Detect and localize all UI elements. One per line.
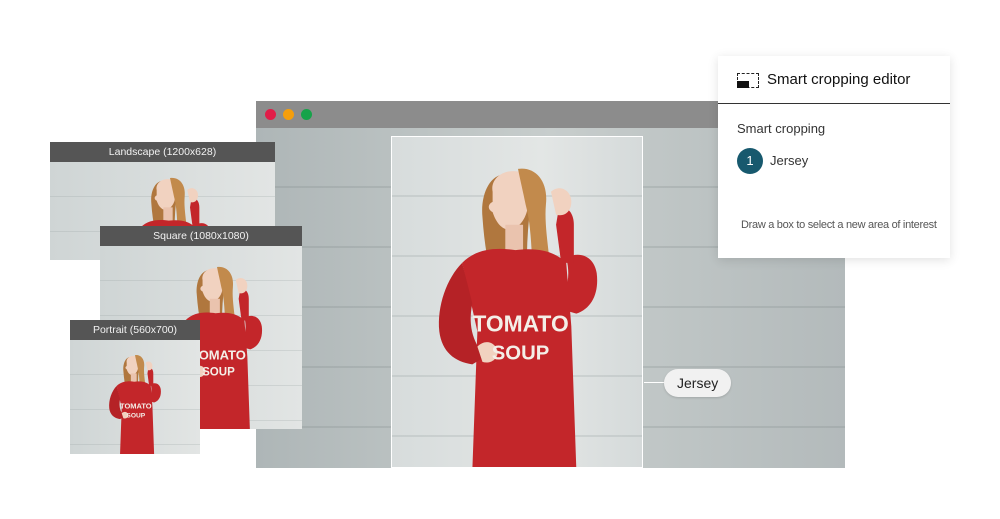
shirt-text-line2: SOUP <box>202 366 235 378</box>
crop-icon <box>737 73 759 88</box>
instruction-hint: Draw a box to select a new area of inter… <box>741 219 937 231</box>
preview-image: TOMATO SOUP <box>70 340 200 454</box>
close-dot[interactable] <box>265 109 276 120</box>
preview-label: Square (1080x1080) <box>100 226 302 246</box>
shirt-text-line2: SOUP <box>492 342 550 364</box>
preview-label: Portrait (560x700) <box>70 320 200 340</box>
preview-label: Landscape (1200x628) <box>50 142 275 162</box>
portrait-preview[interactable]: Portrait (560x700) TOMATO SOUP <box>70 320 200 454</box>
panel-header: Smart cropping editor <box>718 56 950 104</box>
shirt-text-line1: TOMATO <box>120 401 152 410</box>
area-number-badge[interactable]: 1 <box>737 148 763 174</box>
maximize-dot[interactable] <box>301 109 312 120</box>
panel-title: Smart cropping editor <box>767 71 911 88</box>
tag-connector <box>644 382 666 383</box>
smart-cropping-panel: Smart cropping editor Smart cropping 1 J… <box>718 56 950 258</box>
minimize-dot[interactable] <box>283 109 294 120</box>
person-photo: TOMATO SOUP <box>392 141 642 467</box>
jersey-tag[interactable]: Jersey <box>664 369 732 397</box>
area-item-label[interactable]: Jersey <box>770 153 808 168</box>
shirt-text-line1: TOMATO <box>472 310 568 336</box>
crop-area[interactable]: TOMATO SOUP <box>391 136 643 468</box>
section-title: Smart cropping <box>737 121 826 136</box>
shirt-text-line2: SOUP <box>126 412 145 419</box>
